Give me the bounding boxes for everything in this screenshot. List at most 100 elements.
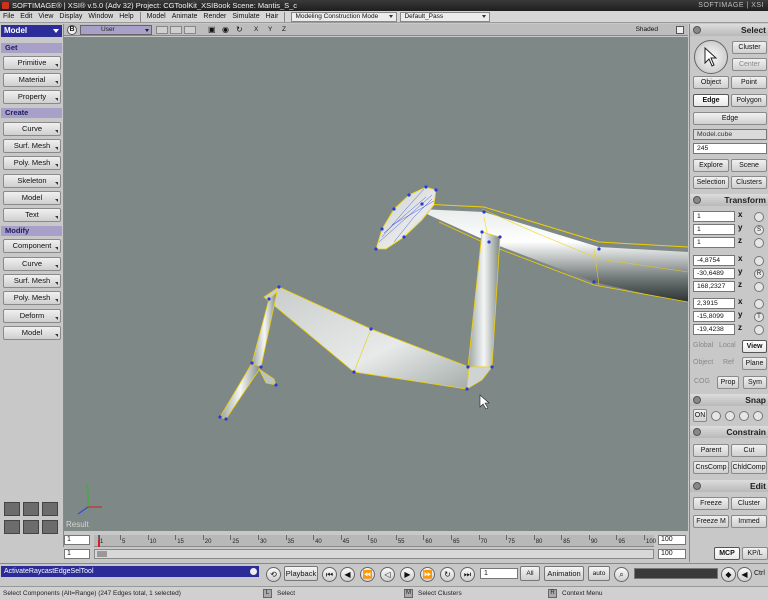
rotation-y-field[interactable]: -30,6489 (693, 268, 735, 279)
translation-reset-icon[interactable] (754, 325, 764, 335)
previous-key-icon[interactable]: ◀ (340, 567, 355, 582)
z-axis-label[interactable]: z (738, 323, 742, 332)
parent-button[interactable]: Parent (693, 444, 729, 457)
memo-cam-icon[interactable] (170, 26, 182, 34)
scale-lock-icon[interactable] (754, 212, 764, 222)
create-text-button[interactable]: Text (3, 208, 61, 222)
refresh-icon[interactable]: ↻ (236, 24, 243, 36)
rotation-z-field[interactable]: 168,2327 (693, 281, 735, 292)
prop-button[interactable]: Prop (717, 376, 739, 389)
constrain-panel-header[interactable]: Constrain (690, 426, 768, 438)
menu-edit[interactable]: Edit (17, 11, 35, 23)
construction-mode-select[interactable]: Modeling Construction Mode (291, 11, 398, 22)
modify-curve-button[interactable]: Curve (3, 257, 61, 271)
menu-display[interactable]: Display (56, 11, 85, 23)
scale-reset-icon[interactable] (754, 238, 764, 248)
snap-points-icon[interactable] (711, 411, 721, 421)
selection-button[interactable]: Selection (693, 176, 729, 189)
auto-key-toggle[interactable]: auto (588, 566, 610, 581)
play-icon[interactable]: ▶ (400, 567, 415, 582)
x-axis-label[interactable]: x (738, 210, 742, 219)
scale-mode-button[interactable]: S (754, 225, 764, 235)
eye-icon[interactable]: ◉ (222, 24, 229, 36)
command-line[interactable]: ActivateRaycastEdgeSelTool (1, 566, 259, 577)
create-poly-mesh-button[interactable]: Poly. Mesh (3, 156, 61, 170)
global-button[interactable]: Global (693, 342, 713, 349)
filter-select[interactable]: Edge (693, 112, 767, 125)
layout-thumb-icon[interactable] (42, 502, 58, 516)
y-axis-label[interactable]: y (738, 223, 742, 232)
rewind-icon[interactable]: ⏪ (360, 567, 375, 582)
loop-icon[interactable]: ↻ (440, 567, 455, 582)
cut-button[interactable]: Cut (731, 444, 767, 457)
scale-y-field[interactable]: 1 (693, 224, 735, 235)
menu-help[interactable]: Help (116, 11, 136, 23)
cnscomp-button[interactable]: CnsComp (693, 461, 729, 474)
frame-field[interactable]: 1 (480, 568, 518, 579)
key-icon[interactable]: ◆ (721, 567, 736, 582)
collapse-icon[interactable] (693, 482, 701, 490)
leg-segment[interactable] (251, 290, 278, 368)
edit-panel-header[interactable]: Edit (690, 480, 768, 492)
3d-viewport[interactable]: Y Result (64, 37, 688, 531)
chldcomp-button[interactable]: ChldComp (731, 461, 767, 474)
edge-button[interactable]: Edge (693, 94, 729, 107)
create-surf-mesh-button[interactable]: Surf. Mesh (3, 139, 61, 153)
leg-segment[interactable] (467, 231, 501, 368)
module-simulate[interactable]: Simulate (229, 11, 262, 23)
selection-name-field[interactable]: Model.cube (693, 129, 767, 140)
layout-thumb-icon[interactable] (23, 502, 39, 516)
menu-file[interactable]: File (0, 11, 17, 23)
translation-x-field[interactable]: 2,3915 (693, 298, 735, 309)
clusters-button[interactable]: Clusters (731, 176, 767, 189)
axis-view-buttons[interactable]: X Y Z (254, 24, 290, 36)
modify-model-button[interactable]: Model (3, 326, 61, 340)
cog-button[interactable]: COG (694, 378, 710, 385)
z-axis-label[interactable]: z (738, 236, 742, 245)
camera-icon[interactable]: ▣ (208, 24, 216, 36)
translation-lock-icon[interactable] (754, 299, 764, 309)
collapse-icon[interactable] (693, 26, 701, 34)
modify-component-button[interactable]: Component (3, 239, 61, 253)
modify-surf-mesh-button[interactable]: Surf. Mesh (3, 274, 61, 288)
scale-x-field[interactable]: 1 (693, 211, 735, 222)
get-primitive-button[interactable]: Primitive (3, 56, 61, 70)
x-axis-label[interactable]: x (738, 254, 742, 263)
center-button[interactable]: Center (732, 58, 767, 71)
point-button[interactable]: Point (731, 76, 767, 89)
timeline-start-field[interactable]: 1 (64, 535, 90, 545)
snap-panel-header[interactable]: Snap (690, 394, 768, 406)
leg-segment[interactable] (219, 362, 262, 420)
frame-mode-select[interactable]: All (520, 566, 540, 581)
object-button[interactable]: Object (693, 76, 729, 89)
menu-window[interactable]: Window (85, 11, 116, 23)
create-curve-button[interactable]: Curve (3, 122, 61, 136)
z-axis-label[interactable]: z (738, 280, 742, 289)
section-modify[interactable]: Modify (1, 226, 62, 236)
translation-z-field[interactable]: -19,4238 (693, 324, 735, 335)
timeline-end-field[interactable]: 100 (658, 535, 686, 545)
select-panel-header[interactable]: Select (690, 24, 768, 36)
select-tool-button[interactable] (694, 40, 728, 74)
freeze-button[interactable]: Freeze (693, 497, 729, 510)
translation-mode-button[interactable]: T (754, 312, 764, 322)
module-hair[interactable]: Hair (263, 11, 282, 23)
polygon-button[interactable]: Polygon (731, 94, 767, 107)
selection-value-field[interactable]: 245 (693, 143, 767, 154)
snap-edges-icon[interactable] (725, 411, 735, 421)
scene-button[interactable]: Scene (731, 159, 767, 172)
translation-y-field[interactable]: -15,8099 (693, 311, 735, 322)
layout-thumb-icon[interactable] (23, 520, 39, 534)
timeline-ruler[interactable]: 1 5 10 15 20 25 30 35 40 45 50 55 60 65 70 75 80 85 90 95 10… (94, 535, 656, 547)
maximize-icon[interactable] (676, 26, 684, 34)
explore-button[interactable]: Explore (693, 159, 729, 172)
freeze-m-button[interactable]: Freeze M (693, 515, 729, 528)
search-icon[interactable]: ⌕ (614, 567, 629, 582)
modify-deform-button[interactable]: Deform (3, 309, 61, 323)
range-slider-handle[interactable] (97, 551, 107, 557)
previous-key-icon[interactable]: ◀ (737, 567, 752, 582)
collapse-icon[interactable] (693, 396, 701, 404)
plane-button[interactable]: Plane (742, 357, 767, 370)
animation-button[interactable]: Animation (544, 566, 584, 581)
tab-kpl[interactable]: KP/L (742, 547, 768, 560)
